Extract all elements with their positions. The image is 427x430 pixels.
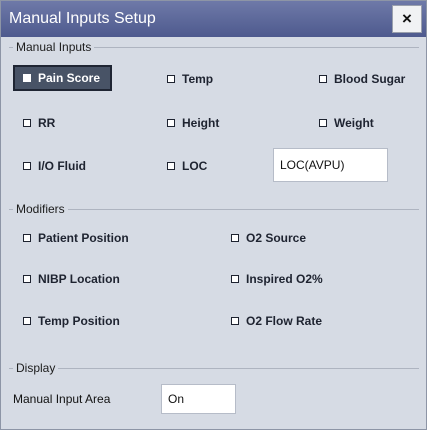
checkbox-box bbox=[23, 275, 31, 283]
checkbox-box bbox=[231, 275, 239, 283]
checkbox-o2-source[interactable]: O2 Source bbox=[231, 231, 306, 245]
checkbox-label: O2 Source bbox=[246, 231, 307, 245]
checkbox-box bbox=[231, 234, 239, 242]
manual-input-area-value: On bbox=[168, 392, 185, 406]
checkbox-weight[interactable]: Weight bbox=[319, 116, 374, 130]
checkbox-label: NIBP Location bbox=[38, 272, 120, 286]
checkbox-patient-position[interactable]: Patient Position bbox=[23, 231, 129, 245]
close-button[interactable]: × bbox=[392, 5, 422, 33]
checkbox-label: RR bbox=[38, 116, 56, 130]
checkbox-label: Blood Sugar bbox=[334, 72, 406, 86]
checkbox-label: Inspired O2% bbox=[246, 272, 323, 286]
checkbox-label: Pain Score bbox=[38, 71, 101, 85]
checkbox-box bbox=[23, 74, 31, 82]
checkbox-o2-flow-rate[interactable]: O2 Flow Rate bbox=[231, 314, 322, 328]
checkbox-box bbox=[231, 317, 239, 325]
checkbox-box bbox=[167, 162, 175, 170]
dialog-title: Manual Inputs Setup bbox=[9, 10, 156, 27]
checkbox-label: I/O Fluid bbox=[38, 159, 86, 173]
checkbox-pain-score[interactable]: Pain Score bbox=[13, 65, 113, 91]
checkbox-loc[interactable]: LOC bbox=[167, 159, 207, 173]
manual-input-area-field[interactable]: On bbox=[161, 384, 236, 414]
checkbox-temp-position[interactable]: Temp Position bbox=[23, 314, 120, 328]
checkbox-blood-sugar[interactable]: Blood Sugar bbox=[319, 72, 405, 86]
modifiers-legend: Modifiers bbox=[13, 202, 68, 216]
checkbox-box bbox=[23, 317, 31, 325]
manual-inputs-group: Manual Inputs Pain Score Temp Blood Suga… bbox=[9, 40, 419, 195]
modifiers-group: Modifiers Patient Position O2 Source NIB… bbox=[9, 202, 419, 355]
checkbox-box bbox=[23, 234, 31, 242]
checkbox-label: Patient Position bbox=[38, 231, 129, 245]
manual-inputs-setup-dialog: Manual Inputs Setup × Manual Inputs Pain… bbox=[0, 0, 427, 430]
checkbox-inspired-o2[interactable]: Inspired O2% bbox=[231, 272, 323, 286]
title-bar: Manual Inputs Setup × bbox=[1, 1, 426, 37]
checkbox-label: Height bbox=[182, 116, 220, 130]
loc-type-value: LOC(AVPU) bbox=[280, 158, 345, 172]
manual-inputs-legend: Manual Inputs bbox=[13, 40, 95, 54]
checkbox-io-fluid[interactable]: I/O Fluid bbox=[23, 159, 86, 173]
manual-input-area-label: Manual Input Area bbox=[13, 392, 111, 406]
loc-type-field[interactable]: LOC(AVPU) bbox=[273, 148, 388, 182]
close-icon: × bbox=[402, 9, 412, 28]
checkbox-height[interactable]: Height bbox=[167, 116, 219, 130]
checkbox-box bbox=[319, 119, 327, 127]
checkbox-box bbox=[23, 162, 31, 170]
checkbox-rr[interactable]: RR bbox=[23, 116, 55, 130]
checkbox-label: Temp bbox=[182, 72, 214, 86]
checkbox-nibp-location[interactable]: NIBP Location bbox=[23, 272, 120, 286]
checkbox-temp[interactable]: Temp bbox=[167, 72, 213, 86]
checkbox-box bbox=[167, 119, 175, 127]
checkbox-label: Weight bbox=[334, 116, 374, 130]
checkbox-label: O2 Flow Rate bbox=[246, 314, 323, 328]
checkbox-label: LOC bbox=[182, 159, 208, 173]
checkbox-box bbox=[23, 119, 31, 127]
checkbox-box bbox=[167, 75, 175, 83]
checkbox-label: Temp Position bbox=[38, 314, 120, 328]
checkbox-box bbox=[319, 75, 327, 83]
display-legend: Display bbox=[13, 361, 59, 375]
display-group: Display Manual Input Area On bbox=[9, 361, 419, 424]
